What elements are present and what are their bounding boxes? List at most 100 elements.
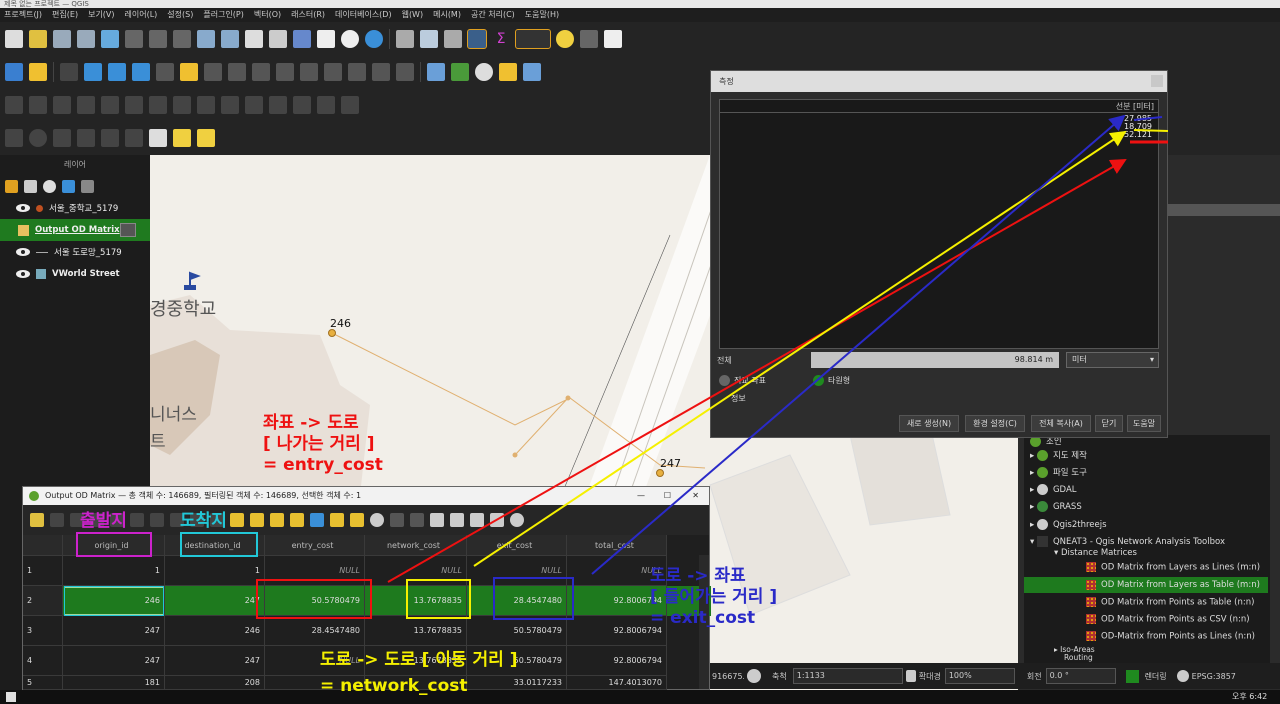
visibility-eye-icon[interactable] — [16, 270, 30, 278]
conditional-format-icon[interactable] — [450, 513, 464, 527]
column-header[interactable]: destination_id — [165, 535, 265, 556]
new-3d-view-icon[interactable] — [269, 29, 287, 48]
deselect-icon[interactable] — [290, 513, 304, 527]
add-feature-icon[interactable] — [228, 62, 246, 81]
tree-group-routing[interactable]: Routing — [1064, 653, 1093, 662]
merge-features-icon[interactable] — [293, 95, 311, 114]
select-all-icon[interactable] — [230, 513, 244, 527]
map-tips-icon[interactable] — [556, 29, 574, 48]
new-layer-icon[interactable] — [29, 62, 47, 81]
layer-item-od-matrix[interactable]: Output OD Matrix — [0, 219, 150, 241]
visibility-eye-icon[interactable] — [16, 248, 30, 256]
copy-icon[interactable] — [324, 62, 342, 81]
scale-input[interactable]: 1:1133 — [792, 668, 903, 684]
tree-item-file-tools[interactable]: ▸ 파일 도구 — [1030, 466, 1087, 478]
simplify-icon[interactable] — [53, 95, 71, 114]
select-by-value-icon[interactable] — [132, 62, 150, 81]
show-bookmarks-icon[interactable] — [317, 29, 335, 48]
expand-all-icon[interactable] — [81, 179, 94, 193]
menu-edit[interactable]: 편집(E) — [52, 8, 78, 22]
layer-item-schools[interactable]: 서울_중학교_5179 — [0, 197, 150, 219]
pan-map-icon[interactable] — [330, 513, 344, 527]
measure-icon[interactable] — [515, 28, 551, 49]
actions-icon[interactable] — [470, 513, 484, 527]
tree-algo-od-points-table[interactable]: OD Matrix from Points as Table (n:n) — [1086, 597, 1254, 608]
windows-start-icon[interactable] — [6, 692, 16, 702]
radio-cartesian[interactable]: 직교 좌표 — [719, 375, 766, 386]
delete-field-icon[interactable] — [410, 513, 424, 527]
new-button[interactable]: 새로 생성(N) — [899, 415, 959, 432]
zoom-full-icon[interactable] — [101, 29, 119, 48]
zoom-in-icon[interactable] — [53, 29, 71, 48]
radio-ellipsoidal[interactable]: 타원형 — [813, 375, 850, 386]
bookmark-icon[interactable] — [293, 29, 311, 48]
field-calculator-icon[interactable] — [444, 29, 462, 48]
rotation-input[interactable]: 0.0 ° — [1045, 668, 1116, 684]
clock-icon[interactable] — [341, 29, 359, 48]
toggle-editing-icon[interactable] — [180, 62, 198, 81]
offset-curve-icon[interactable] — [221, 95, 239, 114]
zoom-last-icon[interactable] — [197, 29, 215, 48]
search-icon[interactable] — [370, 513, 384, 527]
database-icon[interactable] — [427, 62, 445, 81]
zoom-next-icon[interactable] — [221, 29, 239, 48]
menu-project[interactable]: 프로젝트(J) — [4, 8, 42, 22]
coordinate-display[interactable]: 916675.9 — [710, 672, 744, 681]
statistics-icon[interactable]: Σ — [492, 30, 510, 48]
tree-algo-od-layers-table[interactable]: OD Matrix from Layers as Table (m:n) — [1024, 577, 1268, 593]
rectangle-icon[interactable] — [77, 129, 95, 147]
close-icon[interactable]: ✕ — [692, 487, 699, 505]
zoom-native-icon[interactable] — [173, 29, 191, 48]
zoom-map-icon[interactable] — [350, 513, 364, 527]
cut-icon[interactable] — [150, 513, 164, 527]
config-button[interactable]: 환경 설정(C) — [965, 415, 1025, 432]
column-header[interactable]: network_cost — [365, 535, 467, 556]
pan-to-selection-icon[interactable] — [29, 29, 47, 48]
grass-icon[interactable] — [451, 62, 469, 81]
menu-plugins[interactable]: 플러그인(P) — [203, 8, 244, 22]
label-tool-icon[interactable] — [125, 129, 143, 147]
menu-vector[interactable]: 벡터(O) — [254, 8, 281, 22]
help-button[interactable]: 도움말 — [1127, 415, 1161, 432]
plugin-icon[interactable] — [523, 62, 541, 81]
zoom-selection-icon[interactable] — [125, 29, 143, 48]
menu-raster[interactable]: 래스터(R) — [291, 8, 325, 22]
zoom-icon[interactable] — [510, 513, 524, 527]
refresh-icon[interactable] — [365, 29, 383, 48]
table-row-selected[interactable]: 2 246 247 50.5780479 13.7678835 28.45474… — [23, 586, 711, 616]
annotation-icon[interactable] — [580, 29, 598, 48]
close-button[interactable]: 닫기 — [1095, 415, 1123, 432]
tree-algo-od-points-csv[interactable]: OD Matrix from Points as CSV (n:n) — [1086, 614, 1250, 625]
zoom-layer-icon[interactable] — [149, 29, 167, 48]
tree-item-qneat3[interactable]: ▾ QNEAT3 - Qgis Network Analysis Toolbox — [1030, 536, 1225, 547]
circle-icon[interactable] — [29, 129, 47, 147]
select-icon[interactable] — [60, 62, 78, 81]
menu-mesh[interactable]: 메시(M) — [433, 8, 461, 22]
tree-item-gdal[interactable]: ▸ GDAL — [1030, 484, 1077, 495]
merge-attributes-icon[interactable] — [317, 95, 335, 114]
render-checkbox[interactable] — [1125, 669, 1139, 683]
menu-help[interactable]: 도움말(H) — [525, 8, 559, 22]
tree-item-cartography[interactable]: ▸ 지도 제작 — [1030, 449, 1087, 461]
data-source-manager-icon[interactable] — [5, 62, 23, 81]
circular-string-icon[interactable] — [5, 129, 23, 147]
menu-layer[interactable]: 레이어(L) — [125, 8, 158, 22]
menu-view[interactable]: 보기(V) — [88, 8, 114, 22]
table-row[interactable]: 3 247 246 28.4547480 13.7678835 50.57804… — [23, 616, 711, 646]
filter-legend-icon[interactable] — [62, 179, 75, 193]
rotate-symbols-icon[interactable] — [341, 95, 359, 114]
menu-database[interactable]: 데이터베이스(D) — [335, 8, 392, 22]
delete-icon[interactable] — [276, 62, 294, 81]
tree-algo-od-points-lines[interactable]: OD-Matrix from Points as Lines (n:n) — [1086, 631, 1255, 642]
undo-icon[interactable] — [372, 62, 390, 81]
menu-processing[interactable]: 공간 처리(C) — [471, 8, 515, 22]
delete-part-icon[interactable] — [173, 95, 191, 114]
invert-selection-icon[interactable] — [250, 513, 264, 527]
tree-algo-od-layers-lines[interactable]: OD Matrix from Layers as Lines (m:n) — [1086, 562, 1260, 573]
new-map-view-icon[interactable] — [245, 29, 263, 48]
attribute-table-icon[interactable] — [420, 29, 438, 48]
fill-ring-icon[interactable] — [125, 95, 143, 114]
split-parts-icon[interactable] — [269, 95, 287, 114]
column-header[interactable]: origin_id — [63, 535, 165, 556]
magnifier-input[interactable]: 100% — [944, 668, 1015, 684]
